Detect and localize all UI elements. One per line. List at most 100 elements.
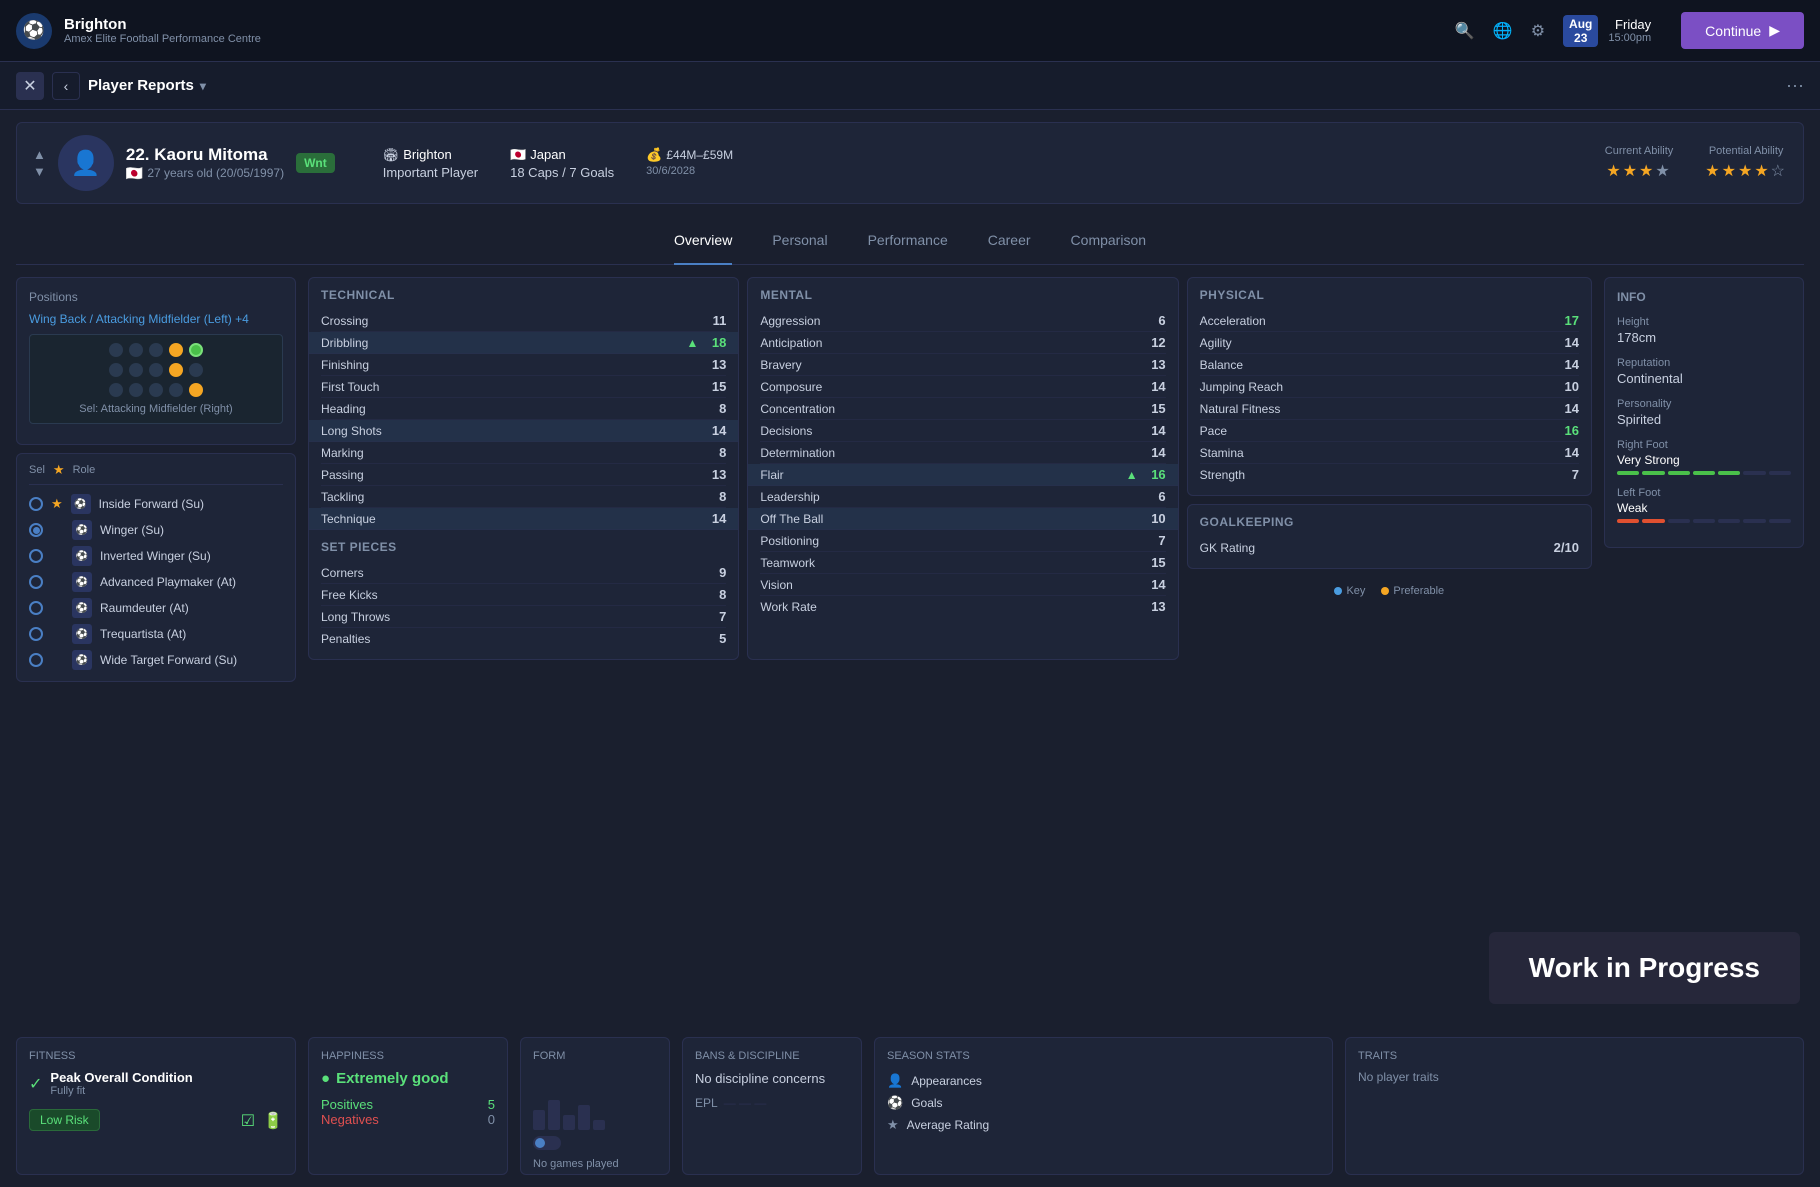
positions-section: Positions Wing Back / Attacking Midfield…: [16, 277, 296, 445]
discipline-league: EPL — — —: [695, 1096, 849, 1110]
more-options-icon[interactable]: ···: [1786, 75, 1804, 96]
toggle-knob: [535, 1138, 545, 1148]
foot-seg: [1668, 471, 1690, 475]
happiness-value: ● Extremely good: [321, 1070, 495, 1087]
happiness-title: Happiness: [321, 1050, 495, 1062]
tab-comparison[interactable]: Comparison: [1071, 228, 1146, 252]
stat-bravery: Bravery 13: [760, 354, 1165, 376]
player-header: ▲ ▼ 👤 22. Kaoru Mitoma 🇯🇵 27 years old (…: [16, 122, 1804, 204]
player-name: 22. Kaoru Mitoma: [126, 145, 284, 165]
role-row-adv-playmaker[interactable]: ⚽ Advanced Playmaker (At): [29, 569, 283, 595]
stat-work-rate: Work Rate 13: [760, 596, 1165, 617]
continue-button[interactable]: Continue ▶: [1681, 12, 1804, 49]
physical-column: Physical Acceleration 17 Agility 14 Bala…: [1187, 277, 1592, 660]
role-row-trequartista[interactable]: ⚽ Trequartista (At): [29, 621, 283, 647]
expand-toggle[interactable]: ▲ ▼: [33, 147, 46, 179]
role-row-winger[interactable]: ⚽ Winger (Su): [29, 517, 283, 543]
club-logo: ⚽: [16, 13, 52, 49]
pref-dot: [1381, 587, 1389, 595]
globe-icon[interactable]: 🌐: [1493, 21, 1513, 41]
form-title: Form: [533, 1050, 657, 1062]
info-section: Info Height 178cm Reputation Continental…: [1604, 277, 1804, 548]
ball-icon: ⚽: [887, 1095, 903, 1111]
stat-pace: Pace 16: [1200, 420, 1579, 442]
back-button[interactable]: ‹: [52, 72, 80, 100]
pitch-sel: Sel: Attacking Midfielder (Right): [38, 403, 274, 415]
pitch-dot: [109, 363, 123, 377]
foot-seg: [1743, 471, 1765, 475]
foot-seg: [1617, 471, 1639, 475]
star-icon: ★: [53, 462, 65, 478]
tab-career[interactable]: Career: [988, 228, 1031, 252]
club-role: Important Player: [383, 165, 478, 180]
role-radio-6[interactable]: [29, 627, 43, 641]
condition-label: Peak Overall Condition: [50, 1070, 192, 1085]
traits-empty: No player traits: [1358, 1070, 1791, 1084]
technical-title: Technical: [321, 288, 726, 302]
main-content: Positions Wing Back / Attacking Midfield…: [0, 265, 1820, 1037]
form-bar: [593, 1120, 605, 1130]
breadcrumb: Player Reports ▾: [88, 77, 206, 94]
happiness-card: Happiness ● Extremely good Positives 5 N…: [308, 1037, 508, 1175]
technical-section: Technical Crossing 11 Dribbling ▲ 18 Fin…: [308, 277, 739, 660]
role-radio-4[interactable]: [29, 575, 43, 589]
role-radio-3[interactable]: [29, 549, 43, 563]
role-name-4: Advanced Playmaker (At): [100, 575, 283, 589]
role-label: Role: [73, 464, 96, 476]
mental-section: Mental Aggression 6 Anticipation 12 Brav…: [747, 277, 1178, 660]
stat-vision: Vision 14: [760, 574, 1165, 596]
foot-seg: [1668, 519, 1690, 523]
arrow-up-icon: ▲: [686, 336, 698, 350]
tab-overview[interactable]: Overview: [674, 228, 732, 252]
tab-personal[interactable]: Personal: [772, 228, 827, 252]
pitch-dot: [129, 383, 143, 397]
info-height: Height 178cm: [1617, 316, 1791, 345]
stat-decisions: Decisions 14: [760, 420, 1165, 442]
foot-seg: [1769, 471, 1791, 475]
pitch-diagram: Sel: Attacking Midfielder (Right): [29, 334, 283, 424]
mental-title: Mental: [760, 288, 1165, 302]
stat-corners: Corners 9: [321, 562, 726, 584]
circle-check-icon: ●: [321, 1070, 330, 1087]
negatives-row: Negatives 0: [321, 1112, 495, 1127]
stat-natural-fitness: Natural Fitness 14: [1200, 398, 1579, 420]
role-radio-5[interactable]: [29, 601, 43, 615]
role-icon-7: ⚽: [72, 650, 92, 670]
risk-badge: Low Risk: [29, 1109, 100, 1131]
role-row-wide-target[interactable]: ⚽ Wide Target Forward (Su): [29, 647, 283, 673]
stat-marking: Marking 8: [321, 442, 726, 464]
star-icon: ★: [51, 496, 63, 512]
right-foot-bar: [1617, 471, 1791, 475]
role-name-3: Inverted Winger (Su): [100, 549, 283, 563]
pitch-dot: [109, 383, 123, 397]
role-icon-5: ⚽: [72, 598, 92, 618]
pitch-dot: [149, 343, 163, 357]
date-section: Aug23 Friday 15:00pm: [1563, 15, 1651, 47]
foot-seg: [1642, 471, 1664, 475]
toggle-switch[interactable]: [533, 1136, 561, 1150]
key-legend: Key Preferable: [1187, 585, 1592, 597]
foot-seg: [1718, 471, 1740, 475]
stat-teamwork: Teamwork 15: [760, 552, 1165, 574]
close-button[interactable]: ✕: [16, 72, 44, 100]
top-navigation: ⚽ Brighton Amex Elite Football Performan…: [0, 0, 1820, 62]
traits-title: Traits: [1358, 1050, 1791, 1062]
bottom-panels: Fitness ✓ Peak Overall Condition Fully f…: [0, 1037, 1820, 1187]
role-row-inside-forward[interactable]: ★ ⚽ Inside Forward (Su): [29, 491, 283, 517]
stat-agility: Agility 14: [1200, 332, 1579, 354]
settings-icon[interactable]: ⚙: [1531, 21, 1545, 41]
tab-performance[interactable]: Performance: [868, 228, 948, 252]
stat-leadership: Leadership 6: [760, 486, 1165, 508]
search-icon[interactable]: 🔍: [1455, 21, 1475, 41]
role-radio-1[interactable]: [29, 497, 43, 511]
form-bar: [548, 1100, 560, 1130]
role-radio-2[interactable]: [29, 523, 43, 537]
roles-section: Sel ★ Role ★ ⚽ Inside Forward (Su) ⚽ Win…: [16, 453, 296, 682]
role-radio-7[interactable]: [29, 653, 43, 667]
info-personality: Personality Spirited: [1617, 398, 1791, 427]
role-row-inverted-winger[interactable]: ⚽ Inverted Winger (Su): [29, 543, 283, 569]
stat-long-throws: Long Throws 7: [321, 606, 726, 628]
left-foot-bar: [1617, 519, 1791, 523]
role-row-raumdeuter[interactable]: ⚽ Raumdeuter (At): [29, 595, 283, 621]
checkmark-icon: ✓: [29, 1074, 42, 1094]
